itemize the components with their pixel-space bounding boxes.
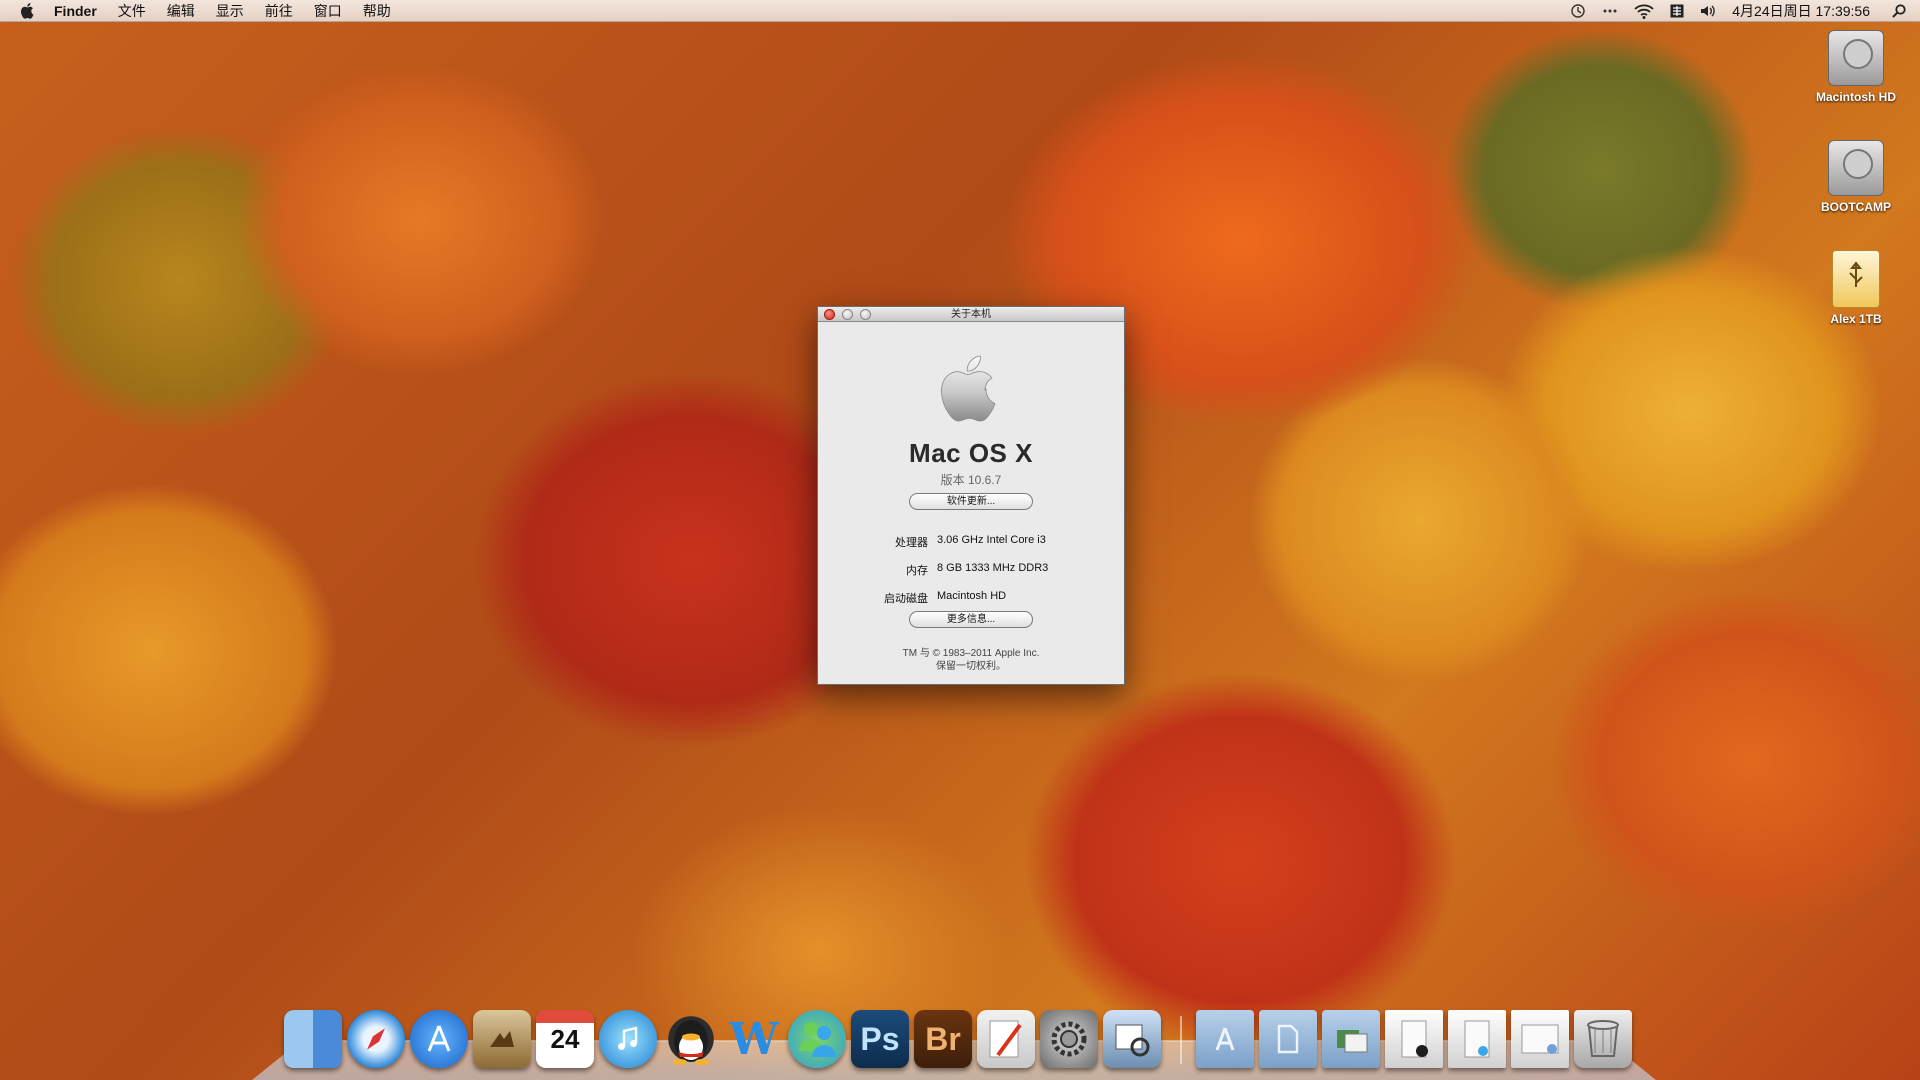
menu-file[interactable]: 文件 [118, 1, 146, 21]
dock-downloads-stack-icon[interactable] [1322, 1010, 1380, 1068]
menu-app-name[interactable]: Finder [54, 3, 97, 19]
zoom-button[interactable] [860, 309, 871, 320]
menu-go[interactable]: 前往 [265, 1, 293, 21]
spotlight-search-icon[interactable] [1892, 4, 1906, 18]
desktop-icon-alex-1tb[interactable]: Alex 1TB [1806, 250, 1906, 326]
processor-label: 处理器 [895, 537, 928, 549]
volume-icon[interactable] [1700, 4, 1716, 18]
menu-bar: Finder 文件 编辑 显示 前往 窗口 帮助 4月24日周日 17:39:5… [0, 0, 1920, 22]
dock-documents-folder-icon[interactable] [1259, 1010, 1317, 1068]
memory-label: 内存 [906, 565, 928, 577]
desktop-icon-label: BOOTCAMP [1821, 200, 1891, 214]
dock-app-store-icon[interactable] [410, 1010, 468, 1068]
dock-trash-icon[interactable] [1574, 1010, 1632, 1068]
dock-qq-icon[interactable] [662, 1010, 720, 1068]
apple-menu-icon[interactable] [20, 2, 36, 19]
dock-safari-icon[interactable] [347, 1010, 405, 1068]
time-machine-icon[interactable] [1570, 3, 1586, 19]
dock-minimized-window-1-icon[interactable] [1385, 1010, 1443, 1068]
close-button[interactable] [824, 309, 835, 320]
dock-itunes-icon[interactable] [599, 1010, 657, 1068]
apple-logo-icon [941, 355, 996, 422]
bluetooth-icon[interactable] [1602, 6, 1618, 16]
menu-help[interactable]: 帮助 [363, 1, 391, 21]
dock-photoshop-icon[interactable]: Ps [851, 1010, 909, 1068]
hard-drive-icon [1828, 140, 1884, 196]
desktop-icon-label: Alex 1TB [1830, 312, 1882, 326]
memory-value: 8 GB 1333 MHz DDR3 [937, 562, 1049, 574]
os-name: Mac OS X [909, 438, 1033, 468]
desktop-icon-macintosh-hd[interactable]: Macintosh HD [1806, 30, 1906, 104]
processor-value: 3.06 GHz Intel Core i3 [937, 534, 1046, 546]
menu-edit[interactable]: 编辑 [167, 1, 195, 21]
dock-messenger-icon[interactable] [788, 1010, 846, 1068]
window-titlebar[interactable]: 关于本机 [818, 307, 1124, 322]
dock-bridge-icon[interactable]: Br [914, 1010, 972, 1068]
hard-drive-icon [1828, 30, 1884, 86]
software-update-button[interactable]: 软件更新... [909, 493, 1033, 510]
copyright-text: TM 与 © 1983–2011 Apple Inc. 保留一切权利。 [818, 647, 1124, 673]
wifi-icon[interactable] [1634, 4, 1654, 19]
usb-drive-icon [1832, 250, 1880, 308]
startup-disk-value: Macintosh HD [937, 590, 1007, 602]
copyright-line-1: TM 与 © 1983–2011 Apple Inc. [902, 648, 1040, 659]
dock-mail-icon[interactable] [473, 1010, 531, 1068]
desktop-icon-label: Macintosh HD [1815, 90, 1896, 104]
menu-view[interactable]: 显示 [216, 1, 244, 21]
about-this-mac-window: 关于本机 Mac OS X 版本 10.6.7 软件更新... 处理器 3.06… [817, 306, 1125, 685]
dock-finder-icon[interactable] [284, 1010, 342, 1068]
minimize-button[interactable] [842, 309, 853, 320]
dock-text-edit-icon[interactable] [977, 1010, 1035, 1068]
more-info-button[interactable]: 更多信息... [909, 611, 1033, 628]
menu-window[interactable]: 窗口 [314, 1, 342, 21]
dock-minimized-window-3-icon[interactable] [1511, 1010, 1569, 1068]
dock: 24 W Ps Br [284, 1000, 1637, 1068]
dock-word-icon[interactable]: W [725, 1010, 783, 1068]
input-method-icon[interactable] [1670, 4, 1684, 18]
os-version[interactable]: 版本 10.6.7 [818, 471, 1124, 488]
startup-disk-label: 启动磁盘 [884, 593, 928, 605]
dock-minimized-window-2-icon[interactable] [1448, 1010, 1506, 1068]
dock-system-preferences-icon[interactable] [1040, 1010, 1098, 1068]
dock-applications-folder-icon[interactable] [1196, 1010, 1254, 1068]
dock-ical-icon[interactable]: 24 [536, 1010, 594, 1068]
menubar-clock[interactable]: 4月24日周日 17:39:56 [1732, 1, 1870, 21]
dock-preview-icon[interactable] [1103, 1010, 1161, 1068]
dock-separator [1180, 1016, 1182, 1064]
window-title: 关于本机 [951, 309, 991, 320]
copyright-line-2: 保留一切权利。 [936, 661, 1006, 672]
desktop-icon-bootcamp[interactable]: BOOTCAMP [1806, 140, 1906, 214]
